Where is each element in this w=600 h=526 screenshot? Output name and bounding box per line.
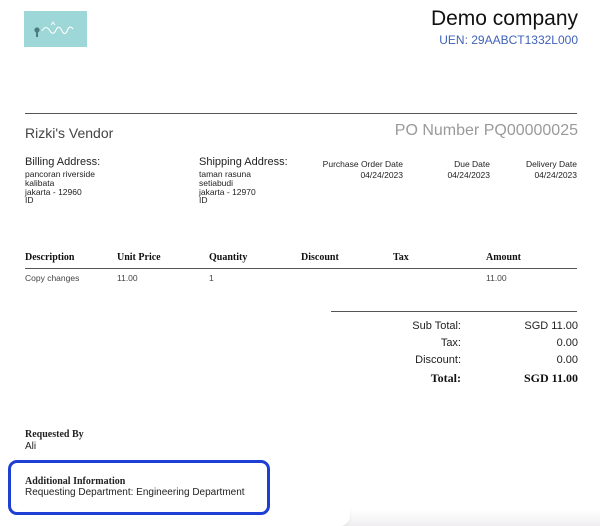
totals-divider — [331, 311, 577, 312]
requested-by-heading: Requested By — [25, 429, 84, 440]
shipping-line: ID — [199, 195, 208, 206]
col-header-discount: Discount — [301, 252, 339, 263]
cell-quantity: 1 — [209, 273, 214, 283]
additional-info-text: Requesting Department: Engineering Depar… — [25, 487, 245, 498]
col-header-quantity: Quantity — [209, 252, 248, 263]
table-header-divider — [25, 268, 577, 269]
due-date-value: 04/24/2023 — [447, 170, 490, 180]
discount-label: Discount: — [415, 354, 461, 366]
company-name: Demo company — [430, 7, 578, 30]
due-date-label: Due Date — [454, 159, 490, 169]
vendor-name: Rizki's Vendor — [25, 125, 114, 141]
col-header-tax: Tax — [393, 252, 409, 263]
additional-info-heading: Additional Information — [25, 476, 126, 487]
company-uen: UEN: 29AABCT1332L000 — [439, 33, 578, 47]
shipping-line: jakarta - 12970 — [199, 186, 256, 197]
cell-amount: 11.00 — [486, 273, 507, 283]
shipping-address: taman rasuna setiabudi jakarta - 12970 I… — [199, 170, 256, 205]
tax-label: Tax: — [440, 337, 461, 349]
po-date-label: Purchase Order Date — [322, 159, 403, 169]
delivery-date-label: Delivery Date — [525, 159, 577, 169]
po-number: PO Number PQ00000025 — [394, 122, 578, 139]
total-value: SGD 11.00 — [523, 371, 578, 385]
subtotal-label: Sub Total: — [412, 320, 461, 332]
billing-address: pancoran riverside kalibata jakarta - 12… — [25, 170, 95, 205]
po-date-value: 04/24/2023 — [360, 170, 403, 180]
divider — [25, 113, 577, 114]
shipping-address-heading: Shipping Address: — [199, 156, 288, 168]
company-logo — [24, 11, 87, 47]
subtotal-value: SGD 11.00 — [524, 320, 578, 332]
billing-line: jakarta - 12960 — [25, 186, 82, 197]
delivery-date-value: 04/24/2023 — [534, 170, 577, 180]
col-header-unit-price: Unit Price — [117, 252, 161, 263]
tax-value: 0.00 — [556, 337, 578, 349]
billing-address-heading: Billing Address: — [25, 156, 101, 168]
discount-value: 0.00 — [556, 354, 578, 366]
total-label: Total: — [430, 371, 461, 385]
col-header-description: Description — [25, 252, 75, 263]
cell-description: Copy changes — [25, 273, 80, 283]
billing-line: ID — [25, 195, 34, 206]
requested-by-name: Ali — [25, 441, 37, 452]
col-header-amount: Amount — [486, 252, 522, 263]
logo-art-icon — [34, 21, 74, 37]
cell-unit-price: 11.00 — [117, 273, 138, 283]
